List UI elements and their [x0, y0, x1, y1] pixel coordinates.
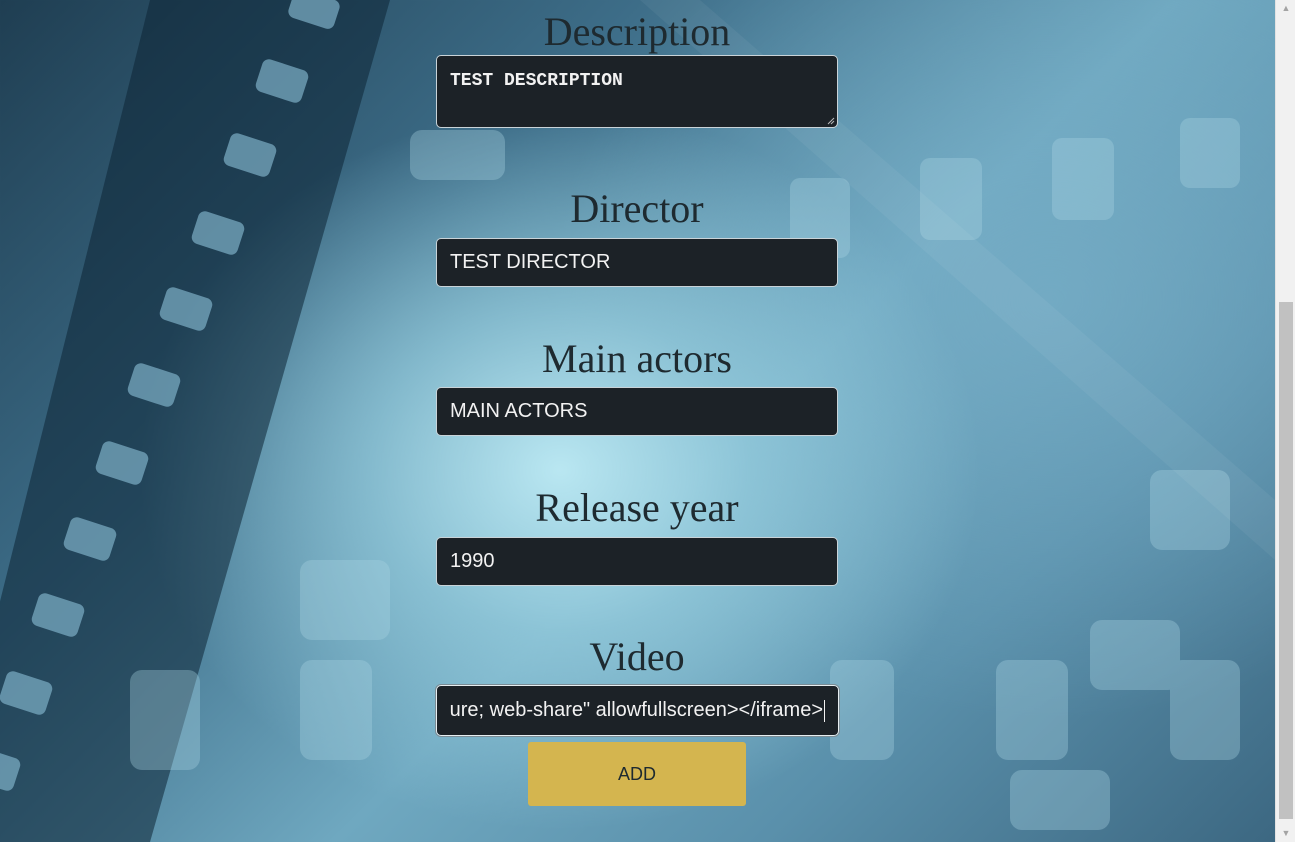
main-actors-input[interactable] — [436, 387, 838, 436]
scroll-up-arrow-icon[interactable]: ▲ — [1276, 0, 1295, 17]
resize-grip-icon[interactable] — [827, 117, 835, 125]
release-year-label: Release year — [535, 485, 739, 530]
description-value: TEST DESCRIPTION — [450, 71, 623, 91]
add-button[interactable]: ADD — [528, 742, 746, 806]
video-value: ure; web-share" allowfullscreen></iframe… — [449, 699, 823, 721]
page-scrollbar[interactable]: ▲ ▼ — [1275, 0, 1295, 842]
director-label: Director — [570, 186, 704, 231]
release-year-input[interactable] — [436, 537, 838, 586]
text-caret — [824, 699, 825, 722]
video-label: Video — [589, 634, 685, 679]
video-input[interactable]: ure; web-share" allowfullscreen></iframe… — [435, 684, 840, 737]
main-actors-label: Main actors — [542, 336, 732, 381]
scroll-thumb[interactable] — [1279, 302, 1293, 819]
description-label: Description — [543, 9, 731, 54]
scroll-down-arrow-icon[interactable]: ▼ — [1276, 825, 1295, 842]
description-textarea[interactable]: TEST DESCRIPTION — [436, 55, 838, 128]
director-input[interactable] — [436, 238, 838, 287]
